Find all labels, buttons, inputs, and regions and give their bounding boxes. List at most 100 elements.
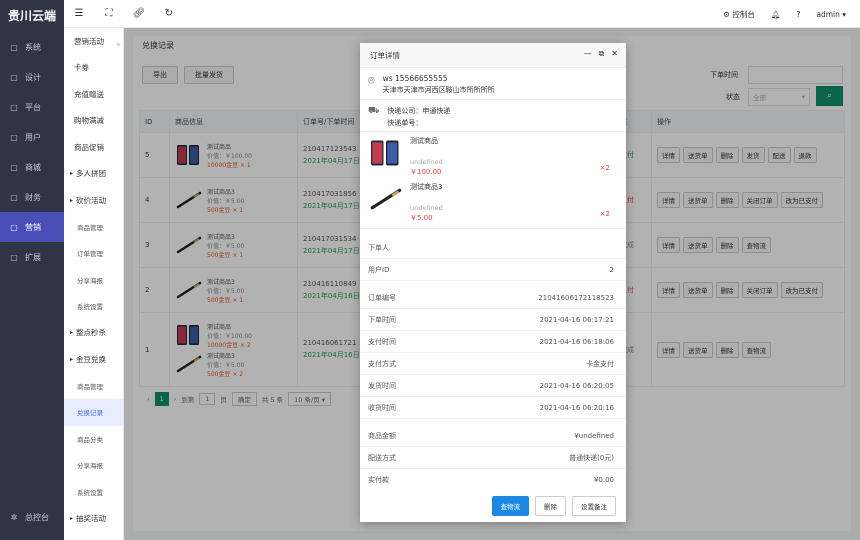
subnav-item[interactable]: 系统设置 <box>64 479 123 506</box>
subnav-item[interactable]: 充值赠送 <box>64 81 123 108</box>
shop-icon: ▢ <box>10 162 18 172</box>
location-icon: ⌾ <box>368 74 375 87</box>
tracking-number: 快递单号： <box>387 119 423 127</box>
sub-navigation: « 营销活动 卡券 充值赠送 购物满减 商品促销 ▸ 多人拼团 ▸ 砍价活动 商品管理 订单管理 分享… <box>64 0 124 540</box>
item-price: ￥5.00 <box>410 214 433 222</box>
order-info-row: 订单编号 21041606172118523 <box>360 287 626 309</box>
subnav-item[interactable]: 商品管理 <box>64 214 123 241</box>
subnav-item[interactable]: 卡券 <box>64 55 123 82</box>
item-spec: undefined <box>410 204 443 212</box>
maximize-icon[interactable]: ⧉ <box>599 49 605 59</box>
sidebar-item-label: 系统 <box>25 42 41 52</box>
sidebar-item-label: 平台 <box>25 102 41 112</box>
courier-company: 快递公司：申通快递 <box>387 107 451 115</box>
brand-logo: 贵川云端 <box>7 9 56 23</box>
item-price: ￥100.00 <box>410 168 442 176</box>
subnav-item[interactable]: 系统设置 <box>64 293 123 320</box>
view-logistics-button[interactable]: 查物流 <box>491 495 529 516</box>
fullscreen-icon[interactable]: ⛶ <box>94 8 124 19</box>
subnav-item[interactable]: ▸ 砍价活动 <box>64 187 123 214</box>
subnav-item[interactable]: 营销活动 <box>64 28 123 55</box>
sidebar-item[interactable]: ▢ 设计 <box>0 62 64 92</box>
receiver-info: ws 15566655555 <box>382 74 448 83</box>
sidebar-item-label: 扩展 <box>25 252 41 262</box>
sidebar-item-label: 设计 <box>25 72 41 82</box>
order-item: 测试商品 undefined ￥100.00 ×2 <box>360 132 626 178</box>
sidebar-item[interactable]: ▢ 商城 <box>0 152 64 182</box>
chevron-right-icon: ▸ <box>70 196 74 204</box>
subnav-item[interactable]: ▸ 金豆兑换 <box>64 346 123 373</box>
order-detail-modal: 订单详情 — ⧉ ✕ ⌾ ws 15566655555 天津市天津市河西区鞍山市… <box>360 43 626 522</box>
chevron-down-icon: ▾ <box>842 9 846 19</box>
order-info-row: 支付时间 2021-04-16 06:18:06 <box>360 331 626 353</box>
close-icon[interactable]: ✕ <box>611 49 618 59</box>
order-info-row: 发货时间 2021-04-16 06:20:05 <box>360 375 626 397</box>
item-spec: undefined <box>410 158 443 166</box>
item-thumbnail <box>368 182 404 216</box>
order-info-row: 下单时间 2021-04-16 06:17:21 <box>360 309 626 331</box>
item-name: 测试商品3 <box>410 183 443 191</box>
item-quantity: ×2 <box>599 164 610 172</box>
design-icon: ▢ <box>10 72 18 82</box>
marketing-icon: ▢ <box>10 222 18 232</box>
order-amount-row: 商品金额 ¥undefined <box>360 425 626 447</box>
sidebar-item-label: 用户 <box>25 132 41 142</box>
gear-icon: ▢ <box>10 42 18 52</box>
sidebar-item-label: 总控台 <box>25 512 49 522</box>
minimize-icon[interactable]: — <box>584 49 592 59</box>
finance-icon: ▢ <box>10 192 18 202</box>
sidebar-item[interactable]: ▢ 扩展 <box>0 242 64 272</box>
chevron-right-icon: ▸ <box>70 514 74 522</box>
bell-icon[interactable]: 🔔︎ <box>771 10 781 19</box>
sidebar-item[interactable]: ▢ 营销 <box>0 212 64 242</box>
chevron-right-icon: ▸ <box>70 355 74 363</box>
item-thumbnail <box>368 136 404 170</box>
subnav-item[interactable]: 分享海报 <box>64 267 123 294</box>
order-amount-row: 配送方式 普通快递(0元) <box>360 447 626 469</box>
subnav-item[interactable]: 订单管理 <box>64 240 123 267</box>
top-bar: ☰ ⛶ 🔗︎ ↻ ⚙ 控制台 🔔︎ ? admin ▾ <box>64 0 860 28</box>
dashboard-icon: ✲ <box>10 512 18 522</box>
order-info-row: 收货时间 2021-04-16 06:20:16 <box>360 397 626 419</box>
main-sidebar: 贵川云端 ▢ 系统 ▢ 设计 ▢ 平台 ▢ 用户 ▢ 商城 ▢ 财务 ▢ 营销 ▢ 扩展 ✲ 总控台 <box>0 0 64 540</box>
subnav-item[interactable]: 分享海报 <box>64 452 123 479</box>
subnav-item[interactable]: ▸ 整点秒杀 <box>64 320 123 347</box>
buyer-section-label: 下单人 <box>360 237 626 259</box>
user-menu[interactable]: admin ▾ <box>816 10 846 19</box>
sidebar-item[interactable]: ▢ 财务 <box>0 182 64 212</box>
item-name: 测试商品 <box>410 137 438 145</box>
chevron-right-icon: ▸ <box>70 329 74 337</box>
modal-title: 订单详情 <box>370 50 400 60</box>
receiver-address: 天津市天津市河西区鞍山市所所所所 <box>382 86 495 94</box>
help-icon[interactable]: ? <box>796 10 800 19</box>
subnav-item[interactable]: ▸ 多人拼团 <box>64 161 123 188</box>
platform-icon: ▢ <box>10 102 18 112</box>
truck-icon: ⛟ <box>368 106 380 116</box>
chevron-right-icon: ▸ <box>70 170 74 178</box>
link-icon[interactable]: 🔗︎ <box>124 8 154 19</box>
menu-toggle-icon[interactable]: ☰ <box>64 8 94 19</box>
subnav-item[interactable]: 商品促销 <box>64 134 123 161</box>
subnav-item[interactable]: 商品管理 <box>64 373 123 400</box>
console-link[interactable]: ⚙ 控制台 <box>723 9 755 20</box>
sidebar-item-label: 商城 <box>25 162 41 172</box>
order-info-row: 支付方式 卡金支付 <box>360 353 626 375</box>
subnav-item[interactable]: 购物满减 <box>64 108 123 135</box>
sidebar-item-console[interactable]: ✲ 总控台 <box>0 502 64 532</box>
user-icon: ▢ <box>10 132 18 142</box>
set-remark-button[interactable]: 设置备注 <box>572 495 616 516</box>
subnav-item[interactable]: 兑换记录 <box>64 399 123 426</box>
sidebar-item[interactable]: ▢ 系统 <box>0 32 64 62</box>
collapse-icon[interactable]: « <box>116 40 121 49</box>
subnav-item[interactable]: ▸ 抽奖活动 <box>64 505 123 532</box>
sidebar-item[interactable]: ▢ 用户 <box>0 122 64 152</box>
order-amount-row: 实付款 ¥0.00 <box>360 469 626 489</box>
gear-icon: ⚙ <box>723 9 730 19</box>
extend-icon: ▢ <box>10 252 18 262</box>
order-item: 测试商品3 undefined ￥5.00 ×2 <box>360 178 626 224</box>
subnav-item[interactable]: 商品分类 <box>64 426 123 453</box>
refresh-icon[interactable]: ↻ <box>154 8 184 19</box>
sidebar-item-label: 营销 <box>25 222 41 232</box>
sidebar-item[interactable]: ▢ 平台 <box>0 92 64 122</box>
delete-button[interactable]: 删除 <box>535 495 566 516</box>
